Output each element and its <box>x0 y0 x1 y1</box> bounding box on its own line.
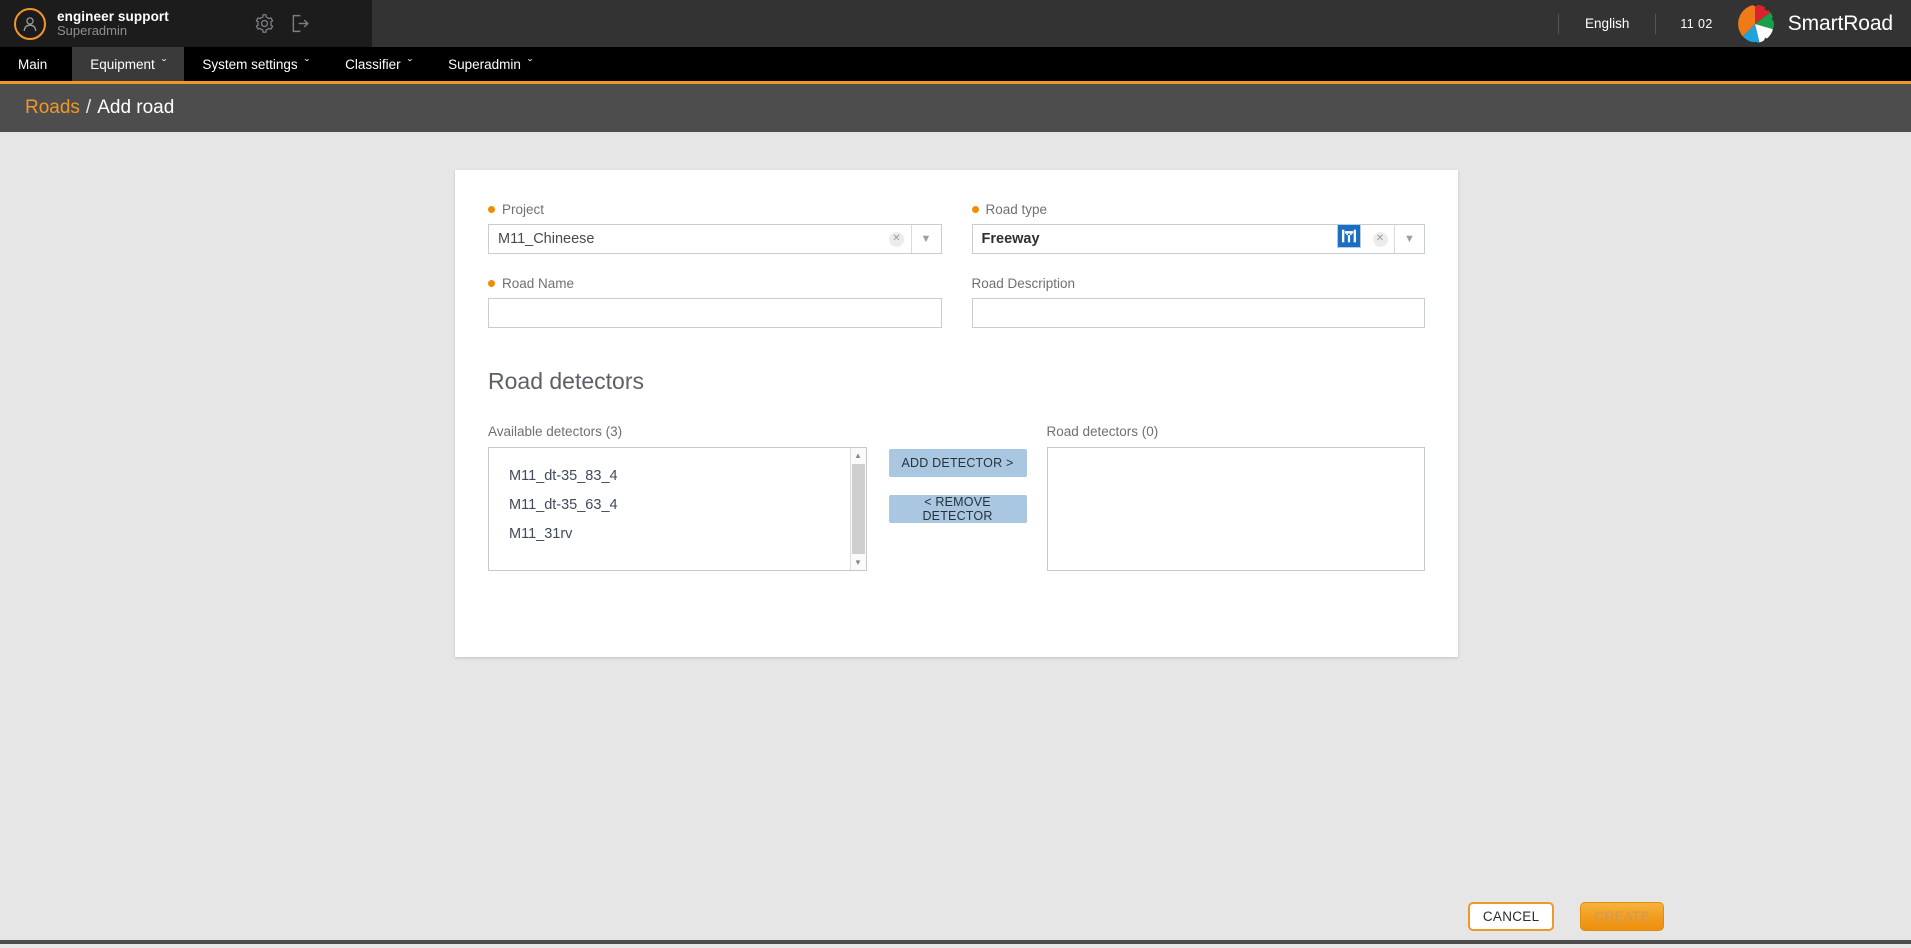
chevron-down-icon: ▼ <box>1404 233 1415 245</box>
assigned-detectors-column: Road detectors (0) <box>1046 424 1425 571</box>
required-dot-icon <box>488 280 495 287</box>
project-label-row: Project <box>488 202 942 217</box>
remove-detector-button[interactable]: < REMOVE DETECTOR <box>888 495 1027 523</box>
project-clear-button[interactable]: ✕ <box>883 225 911 253</box>
project-value[interactable]: M11_Chineese <box>489 225 883 253</box>
gear-icon[interactable] <box>254 13 275 34</box>
scrollbar-track[interactable] <box>851 463 866 555</box>
list-item[interactable]: M11_dt-35_83_4 <box>509 462 850 491</box>
logout-icon[interactable] <box>289 13 310 34</box>
brand-block: SmartRoad <box>1732 1 1911 46</box>
road-description-label: Road Description <box>971 276 1076 291</box>
road-name-label-row: Road Name <box>488 276 942 291</box>
clock: 11 02 <box>1655 13 1732 34</box>
road-type-clear-button[interactable]: ✕ <box>1366 225 1394 253</box>
transfer-button-column: ADD DETECTOR > < REMOVE DETECTOR <box>888 449 1027 523</box>
user-name: engineer support <box>57 8 169 24</box>
header-right-group: English 11 02 SmartRoad <box>1558 0 1911 47</box>
road-type-label-row: Road type <box>971 202 1426 217</box>
detector-transfer-widget: Available detectors (3) M11_dt-35_83_4 M… <box>488 424 1425 571</box>
chevron-down-icon: ˇ <box>407 56 413 72</box>
page-title: Add road <box>97 97 175 118</box>
chevron-down-icon: ▼ <box>920 233 932 245</box>
nav-item-superadmin[interactable]: Superadmin ˇ <box>430 47 550 81</box>
breadcrumb: Roads / Add road <box>0 84 1911 132</box>
nav-item-label: Main <box>18 56 48 72</box>
available-detectors-column: Available detectors (3) M11_dt-35_83_4 M… <box>488 424 867 571</box>
add-detector-button[interactable]: ADD DETECTOR > <box>888 449 1027 477</box>
chevron-down-icon: ˇ <box>527 56 533 72</box>
road-name-label: Road Name <box>502 276 575 291</box>
nav-item-classifier[interactable]: Classifier ˇ <box>327 47 430 81</box>
assigned-detectors-listbox[interactable] <box>1046 447 1425 571</box>
form-action-bar: CANCEL CREATE <box>0 892 1911 944</box>
user-avatar-icon <box>23 16 37 31</box>
breadcrumb-link-roads[interactable]: Roads <box>25 97 80 119</box>
chevron-down-icon: ˇ <box>304 56 310 72</box>
road-name-input[interactable] <box>488 298 942 328</box>
nav-item-label: Classifier <box>345 56 401 72</box>
nav-item-main[interactable]: Main <box>0 47 72 81</box>
project-select[interactable]: M11_Chineese ✕ ▼ <box>488 224 942 254</box>
motorway-sign-icon <box>1337 224 1361 248</box>
nav-item-label: Superadmin <box>448 56 521 72</box>
avatar <box>14 7 46 40</box>
breadcrumb-separator: / <box>85 97 92 118</box>
form-row-top: Project M11_Chineese ✕ ▼ Road type Freew… <box>488 202 1425 254</box>
road-detectors-section-title: Road detectors <box>488 368 644 394</box>
assigned-detectors-caption: Road detectors (0) <box>1046 424 1159 439</box>
cancel-button[interactable]: CANCEL <box>1467 901 1555 931</box>
required-dot-icon <box>971 206 979 213</box>
road-description-label-row: Road Description <box>972 276 1426 291</box>
list-item[interactable]: M11_dt-35_63_4 <box>509 491 850 520</box>
page-body: Project M11_Chineese ✕ ▼ Road type Freew… <box>0 132 1911 944</box>
header-icon-group <box>254 0 310 47</box>
available-detectors-items: M11_dt-35_83_4 M11_dt-35_63_4 M11_31rv <box>489 448 850 570</box>
list-item[interactable]: M11_31rv <box>509 520 850 549</box>
field-road-type: Road type Freeway ✕ ▼ <box>971 202 1426 254</box>
project-label: Project <box>502 202 545 217</box>
add-road-form-card: Project M11_Chineese ✕ ▼ Road type Freew… <box>455 170 1458 657</box>
field-road-description: Road Description <box>971 276 1426 328</box>
road-type-dropdown-toggle[interactable]: ▼ <box>1394 225 1424 253</box>
clear-x-icon: ✕ <box>889 231 904 247</box>
user-info-block: engineer support Superadmin <box>0 0 372 47</box>
nav-item-equipment[interactable]: Equipment ˇ <box>72 47 185 81</box>
top-header-bar: engineer support Superadmin English 11 0… <box>0 0 1911 47</box>
field-project: Project M11_Chineese ✕ ▼ <box>488 202 942 254</box>
project-dropdown-toggle[interactable]: ▼ <box>910 225 941 253</box>
clear-x-icon: ✕ <box>1372 231 1388 247</box>
road-type-value[interactable]: Freeway <box>973 225 1339 253</box>
chevron-down-icon: ˇ <box>161 56 167 72</box>
available-detectors-listbox[interactable]: M11_dt-35_83_4 M11_dt-35_63_4 M11_31rv ▲… <box>488 447 867 571</box>
language-selector[interactable]: English <box>1558 13 1655 34</box>
nav-item-label: Equipment <box>90 56 155 72</box>
motorway-sign-glyph <box>1341 229 1357 243</box>
scroll-down-arrow-icon[interactable]: ▼ <box>851 555 866 570</box>
smartroad-gear-logo <box>1732 1 1777 46</box>
road-type-select[interactable]: Freeway ✕ ▼ <box>971 224 1425 254</box>
nav-item-system-settings[interactable]: System settings ˇ <box>184 47 327 81</box>
nav-item-label: System settings <box>202 56 298 72</box>
road-description-input[interactable] <box>971 298 1425 328</box>
main-navigation: Main Equipment ˇ System settings ˇ Class… <box>0 47 1911 84</box>
road-type-label: Road type <box>985 202 1048 217</box>
scrollbar-thumb[interactable] <box>851 464 865 554</box>
create-button[interactable]: CREATE <box>1580 901 1664 931</box>
field-road-name: Road Name <box>488 276 942 328</box>
form-row-second: Road Name Road Description <box>488 254 1425 328</box>
required-dot-icon <box>488 206 495 213</box>
available-detectors-scrollbar[interactable]: ▲ ▼ <box>849 448 866 570</box>
available-detectors-caption: Available detectors (3) <box>488 424 623 439</box>
scroll-up-arrow-icon[interactable]: ▲ <box>851 448 866 463</box>
brand-name: SmartRoad <box>1787 11 1893 35</box>
assigned-detectors-items <box>1048 448 1425 570</box>
user-role: Superadmin <box>57 22 128 38</box>
